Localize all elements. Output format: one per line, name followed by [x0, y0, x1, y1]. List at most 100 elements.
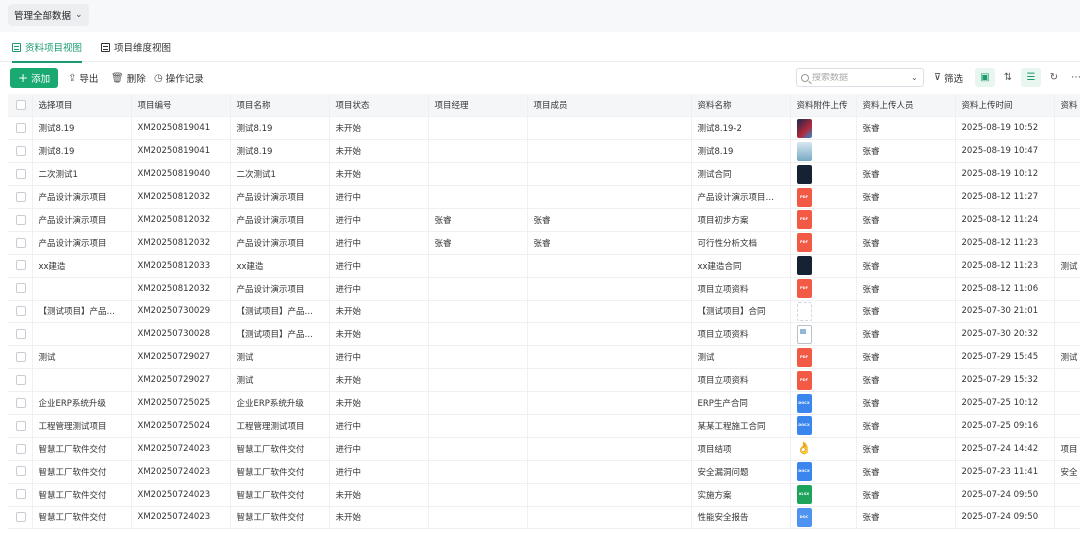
column-header[interactable]: 选择项目 — [32, 94, 132, 118]
attachment-thumbnail[interactable]: PDF — [796, 233, 812, 253]
attachment-thumbnail[interactable]: DOCX — [796, 393, 812, 413]
add-button[interactable]: + 添加 — [10, 68, 59, 88]
table-row[interactable]: 测试8.19 XM20250819041 测试8.19 未开始 测试8.19-2 张睿 20… — [8, 116, 1080, 141]
attachment-thumbnail[interactable] — [796, 301, 812, 321]
row-select-cell[interactable] — [8, 322, 33, 347]
row-checkbox[interactable] — [16, 374, 26, 385]
table-row[interactable]: 智慧工厂软件交付 XM20250724023 智慧工厂软件交付 进行中 安全漏洞问题 DO… — [8, 460, 1080, 484]
row-checkbox[interactable] — [16, 489, 26, 500]
table-row[interactable]: 【测试项目】产品… XM20250730029 【测试项目】产品… 未开始 【测试项目】… — [8, 300, 1080, 324]
table-row[interactable]: 工程管理测试项目 XM20250725024 工程管理测试项目 进行中 某某工程施工合同… — [8, 414, 1080, 438]
row-checkbox[interactable] — [16, 123, 26, 134]
column-header[interactable]: 项目经理 — [428, 94, 528, 118]
attachment-thumbnail[interactable]: DOC — [796, 507, 812, 527]
row-select-cell[interactable] — [8, 300, 33, 324]
column-header[interactable]: 资料上传时间 — [955, 94, 1055, 118]
row-checkbox[interactable] — [16, 443, 26, 454]
group-icon[interactable]: ☰ — [1021, 68, 1041, 87]
refresh-icon[interactable]: ↻ — [1044, 68, 1064, 87]
attachment-thumbnail[interactable] — [796, 256, 812, 276]
chevron-down-icon[interactable]: ⌄ — [911, 73, 918, 82]
table-row[interactable]: XM20250729027 测试 未开始 项目立项资料 PDF 张睿 2025-07-29 … — [8, 368, 1080, 393]
row-select-cell[interactable] — [8, 506, 33, 530]
table-row[interactable]: 产品设计演示项目 XM20250812032 产品设计演示项目 进行中 产品设计演示项目… — [8, 185, 1080, 209]
row-select-cell[interactable] — [8, 437, 33, 461]
attachment-thumbnail[interactable]: PDF — [796, 187, 812, 207]
attachment-thumbnail[interactable]: 👌 — [796, 439, 812, 459]
row-select-cell[interactable] — [8, 208, 33, 232]
attachment-thumbnail[interactable]: PDF — [796, 210, 812, 230]
attachment-thumbnail[interactable]: DOCX — [796, 416, 812, 436]
search-input[interactable] — [812, 72, 908, 83]
row-checkbox[interactable] — [16, 329, 26, 340]
more-icon[interactable]: ⋯ — [1066, 68, 1080, 87]
column-header[interactable]: 资料上传人员 — [856, 94, 956, 118]
row-checkbox[interactable] — [16, 420, 26, 431]
table-row[interactable]: 智慧工厂软件交付 XM20250724023 智慧工厂软件交付 未开始 性能安全报告 DO… — [8, 506, 1080, 530]
row-checkbox[interactable] — [16, 168, 26, 179]
attachment-thumbnail[interactable] — [796, 164, 812, 184]
row-checkbox[interactable] — [16, 397, 26, 408]
row-select-cell[interactable] — [8, 368, 33, 393]
column-header[interactable]: 项目名称 — [230, 94, 330, 118]
row-checkbox[interactable] — [16, 145, 26, 156]
row-checkbox[interactable] — [16, 214, 26, 225]
delete-button[interactable]: 🗑 删除 — [111, 68, 146, 88]
edit-view-icon[interactable]: ▣ — [975, 68, 995, 87]
attachment-thumbnail[interactable] — [796, 118, 812, 138]
table-row[interactable]: 智慧工厂软件交付 XM20250724023 智慧工厂软件交付 进行中 项目结项 👌 张睿 2… — [8, 437, 1080, 461]
row-select-cell[interactable] — [8, 162, 33, 187]
data-scope-select[interactable]: 管理全部数据 ⌄ — [8, 4, 89, 26]
table-row[interactable]: 产品设计演示项目 XM20250812032 产品设计演示项目 进行中 张睿 张睿 可行性分… — [8, 231, 1080, 255]
row-checkbox[interactable] — [16, 237, 26, 248]
row-select-cell[interactable] — [8, 483, 33, 507]
row-select-cell[interactable] — [8, 116, 33, 141]
attachment-thumbnail[interactable] — [796, 324, 812, 344]
tab-project-dimension-view[interactable]: 项目维度视图 — [101, 32, 171, 62]
row-select-cell[interactable] — [8, 139, 33, 164]
attachment-thumbnail[interactable]: PDF — [796, 347, 812, 367]
row-checkbox[interactable] — [16, 306, 26, 317]
attachment-thumbnail[interactable]: XLSX — [796, 485, 812, 505]
search-box[interactable]: ⌄ — [796, 68, 924, 87]
tab-material-project-view[interactable]: 资料项目视图 — [12, 32, 83, 63]
sort-icon[interactable]: ⇅ — [998, 68, 1018, 87]
attachment-thumbnail[interactable]: PDF — [796, 279, 812, 299]
table-row[interactable]: 测试 XM20250729027 测试 进行中 测试 PDF 张睿 2025-07-29 15… — [8, 345, 1080, 370]
table-row[interactable]: 产品设计演示项目 XM20250812032 产品设计演示项目 进行中 张睿 张睿 项目初步… — [8, 208, 1080, 232]
table-row[interactable]: XM20250730028 【测试项目】产品… 未开始 项目立项资料 张睿 2025-07… — [8, 322, 1080, 347]
row-select-cell[interactable] — [8, 460, 33, 484]
row-select-cell[interactable] — [8, 231, 33, 255]
row-select-cell[interactable] — [8, 277, 33, 301]
column-header[interactable]: 资料名称 — [691, 94, 791, 118]
row-checkbox[interactable] — [16, 466, 26, 477]
table-row[interactable]: 二次测试1 XM20250819040 二次测试1 未开始 测试合同 张睿 2025-08-… — [8, 162, 1080, 187]
column-header[interactable]: 项目成员 — [527, 94, 692, 118]
row-select-cell[interactable] — [8, 391, 33, 415]
table-row[interactable]: 测试8.19 XM20250819041 测试8.19 未开始 测试8.19 张睿 2025… — [8, 139, 1080, 164]
filter-button[interactable]: ⊽ 筛选 — [934, 68, 963, 87]
attachment-thumbnail[interactable]: PDF — [796, 370, 812, 390]
select-all-cell[interactable] — [8, 94, 33, 118]
operation-log-button[interactable]: ◷ 操作记录 — [154, 68, 204, 88]
table-row[interactable]: 智慧工厂软件交付 XM20250724023 智慧工厂软件交付 未开始 实施方案 XLSX… — [8, 483, 1080, 507]
export-button[interactable]: ⇪ 导出 — [68, 68, 98, 88]
row-checkbox[interactable] — [16, 512, 26, 523]
column-header[interactable]: 资料 — [1054, 94, 1080, 118]
row-select-cell[interactable] — [8, 414, 33, 438]
column-header[interactable]: 项目编号 — [131, 94, 231, 118]
attachment-thumbnail[interactable] — [796, 141, 812, 161]
row-select-cell[interactable] — [8, 254, 33, 278]
table-row[interactable]: xx建造 XM20250812033 xx建造 进行中 xx建造合同 张睿 2025-08-… — [8, 254, 1080, 278]
column-header[interactable]: 项目状态 — [329, 94, 429, 118]
row-checkbox[interactable] — [16, 351, 26, 362]
row-checkbox[interactable] — [16, 191, 26, 202]
select-all-checkbox[interactable] — [16, 99, 26, 110]
row-select-cell[interactable] — [8, 345, 33, 370]
table-row[interactable]: 企业ERP系统升级 XM20250725025 企业ERP系统升级 未开始 ERP生产合… — [8, 391, 1080, 415]
row-checkbox[interactable] — [16, 260, 26, 271]
column-header[interactable]: 资料附件上传 — [790, 94, 857, 118]
attachment-thumbnail[interactable]: DOCX — [796, 462, 812, 482]
row-checkbox[interactable] — [16, 283, 26, 294]
table-row[interactable]: XM20250812032 产品设计演示项目 进行中 项目立项资料 PDF 张睿 2025-… — [8, 277, 1080, 301]
